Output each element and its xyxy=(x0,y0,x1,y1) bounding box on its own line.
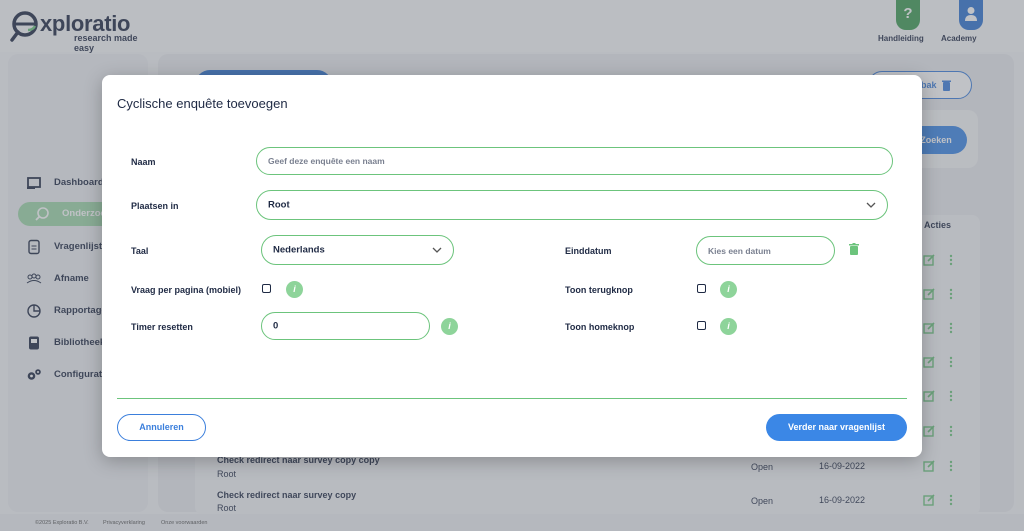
info-icon[interactable]: i xyxy=(441,318,458,335)
timer-reset-input[interactable]: 0 xyxy=(261,312,430,340)
cancel-button[interactable]: Annuleren xyxy=(117,414,206,441)
trash-icon[interactable] xyxy=(849,243,859,255)
end-date-label: Einddatum xyxy=(565,246,612,256)
show-back-label: Toon terugknop xyxy=(565,285,633,295)
timer-reset-value: 0 xyxy=(273,320,279,332)
name-placeholder: Geef deze enquête een naam xyxy=(268,156,385,166)
location-value: Root xyxy=(268,199,290,211)
continue-to-questionnaire-button[interactable]: Verder naar vragenlijst xyxy=(766,414,907,441)
language-select[interactable]: Nederlands xyxy=(261,235,454,265)
dialog-divider xyxy=(117,398,907,399)
end-date-input[interactable]: Kies een datum xyxy=(696,236,835,265)
name-label: Naam xyxy=(131,157,156,167)
show-home-checkbox[interactable] xyxy=(697,321,706,330)
end-date-placeholder: Kies een datum xyxy=(708,245,771,256)
name-input[interactable]: Geef deze enquête een naam xyxy=(256,147,893,175)
dialog-title: Cyclische enquête toevoegen xyxy=(117,96,288,111)
info-icon[interactable]: i xyxy=(720,281,737,298)
location-label: Plaatsen in xyxy=(131,201,179,211)
question-per-page-checkbox[interactable] xyxy=(262,284,271,293)
language-label: Taal xyxy=(131,246,149,256)
info-icon[interactable]: i xyxy=(286,281,303,298)
timer-reset-label: Timer resetten xyxy=(131,322,193,332)
add-cyclic-survey-dialog: Cyclische enquête toevoegen Naam Geef de… xyxy=(102,75,922,457)
info-icon[interactable]: i xyxy=(720,318,737,335)
show-home-label: Toon homeknop xyxy=(565,322,635,332)
chevron-down-icon xyxy=(432,247,442,253)
language-value: Nederlands xyxy=(273,244,325,256)
location-select[interactable]: Root xyxy=(256,190,888,220)
question-per-page-label: Vraag per pagina (mobiel) xyxy=(131,285,242,295)
show-back-checkbox[interactable] xyxy=(697,284,706,293)
chevron-down-icon xyxy=(866,202,876,208)
